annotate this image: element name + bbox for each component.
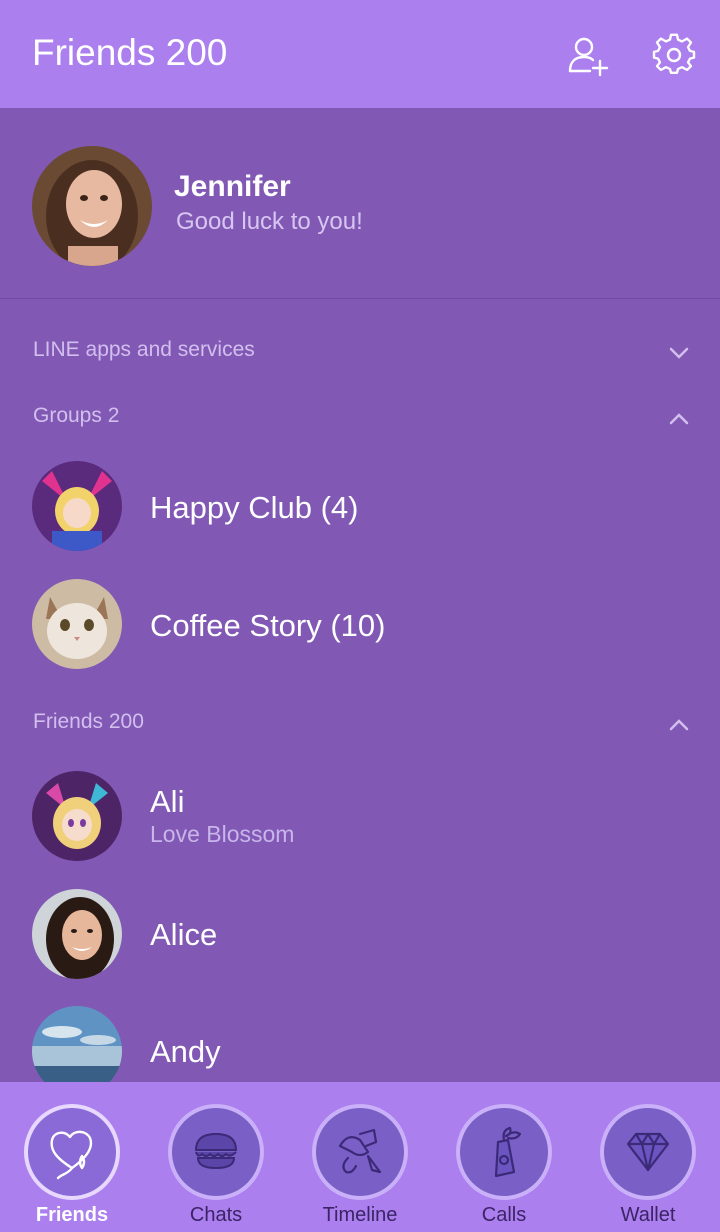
avatar <box>32 461 122 551</box>
tab-label: Friends <box>35 1204 109 1226</box>
tab-icon-badge <box>600 1104 696 1200</box>
tab-wallet[interactable]: Wallet <box>576 1082 720 1232</box>
add-friend-button[interactable] <box>566 33 610 77</box>
group-row[interactable]: Happy Club (4) <box>0 452 720 562</box>
tab-chats[interactable]: Chats <box>144 1082 288 1232</box>
tab-icon-badge <box>24 1104 120 1200</box>
chevron-up-icon <box>669 719 689 731</box>
section-label: Friends 200 <box>33 710 144 733</box>
tab-calls[interactable]: Calls <box>432 1082 576 1232</box>
profile-name: Jennifer <box>174 170 291 203</box>
profile-status: Good luck to you! <box>176 208 363 235</box>
section-header-services[interactable]: LINE apps and services <box>0 330 720 374</box>
tab-icon-badge <box>456 1104 552 1200</box>
section-label: Groups 2 <box>33 404 120 427</box>
friend-row[interactable]: Ali Love Blossom <box>0 760 720 870</box>
diamond-icon <box>626 1132 670 1172</box>
friend-name: Ali <box>150 784 185 819</box>
section-header-friends[interactable]: Friends 200 <box>0 702 720 746</box>
group-name: Happy Club (4) <box>150 490 359 525</box>
tab-icon-badge <box>168 1104 264 1200</box>
group-row[interactable]: Coffee Story (10) <box>0 570 720 680</box>
add-friend-icon <box>568 37 609 77</box>
avatar <box>32 889 122 979</box>
heart-balloon-icon <box>50 1130 93 1180</box>
top-bar: Friends 200 <box>0 0 720 108</box>
tab-label: Chats <box>189 1204 243 1226</box>
my-profile[interactable]: Jennifer Good luck to you! <box>0 108 720 299</box>
tab-friends[interactable]: Friends <box>0 1082 144 1232</box>
avatar <box>32 579 122 669</box>
gear-icon <box>652 33 696 74</box>
avatar <box>32 771 122 861</box>
section-header-groups[interactable]: Groups 2 <box>0 396 720 440</box>
friend-row[interactable]: Alice <box>0 879 720 989</box>
friend-name: Alice <box>150 917 218 952</box>
timeline-icon <box>338 1128 382 1174</box>
bottle-plant-icon <box>494 1126 522 1178</box>
tab-timeline[interactable]: Timeline <box>288 1082 432 1232</box>
settings-button[interactable] <box>652 33 696 77</box>
chevron-up-icon <box>669 413 689 425</box>
bottom-tab-bar: Friends Chats Timeline Calls Wallet <box>0 1082 720 1232</box>
friend-status: Love Blossom <box>150 821 295 847</box>
group-name: Coffee Story (10) <box>150 608 386 643</box>
page-title: Friends 200 <box>32 32 228 73</box>
avatar[interactable] <box>32 146 152 266</box>
macaron-icon <box>194 1132 238 1170</box>
chevron-down-icon <box>669 347 689 359</box>
tab-icon-badge <box>312 1104 408 1200</box>
friend-name: Andy <box>150 1034 221 1069</box>
tab-label: Wallet <box>620 1204 676 1226</box>
tab-label: Calls <box>481 1204 527 1226</box>
tab-label: Timeline <box>322 1204 398 1226</box>
section-label: LINE apps and services <box>33 338 255 361</box>
